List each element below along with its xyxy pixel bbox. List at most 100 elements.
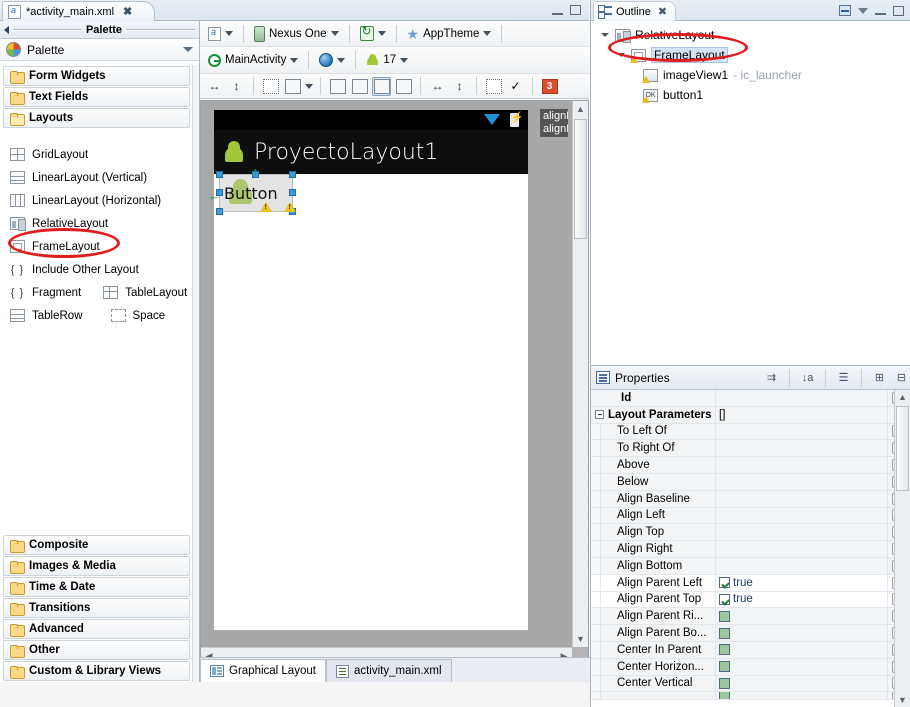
close-icon[interactable]: ✖: [658, 5, 667, 18]
property-row-align-parent-left[interactable]: Align Parent Left true ⋯: [591, 575, 910, 592]
device-preview[interactable]: ProyectoLayout1 Button ← ↑: [214, 110, 528, 630]
tree-item-framelayout[interactable]: FrameLayout: [591, 45, 910, 65]
palette-scrollbar[interactable]: [192, 65, 199, 682]
property-row-center-vertical[interactable]: Center Vertical ⋯: [591, 676, 910, 693]
collapse-all-icon[interactable]: [839, 5, 851, 16]
chevron-down-icon[interactable]: [225, 31, 233, 36]
property-row-align-bottom[interactable]: Align Bottom ⋯: [591, 558, 910, 575]
twisty-expanded-icon[interactable]: [601, 33, 609, 37]
palette-group-images-media[interactable]: Images & Media: [3, 556, 190, 576]
property-row-to-right-of[interactable]: To Right Of ⋯: [591, 440, 910, 457]
property-row-align-parent-right[interactable]: Align Parent Ri... ⋯: [591, 608, 910, 625]
property-row-align-parent-bottom[interactable]: Align Parent Bo... ⋯: [591, 625, 910, 642]
property-row-center-in-parent[interactable]: Center In Parent ⋯: [591, 642, 910, 659]
chevron-down-icon[interactable]: [290, 58, 298, 63]
checkbox-unset-icon[interactable]: [719, 678, 730, 689]
canvas-vscroll-thumb[interactable]: [574, 119, 587, 239]
chevron-down-icon[interactable]: [400, 58, 408, 63]
maximize-icon[interactable]: [570, 5, 581, 15]
property-value[interactable]: [716, 440, 888, 456]
api-level-chooser[interactable]: 17: [363, 53, 411, 68]
palette-item-tablerow[interactable]: TableRow: [10, 309, 83, 322]
editor-tab-activity-main-xml[interactable]: *activity_main.xml ✖: [2, 1, 155, 21]
chevron-down-icon[interactable]: [337, 58, 345, 63]
property-value[interactable]: [716, 390, 888, 406]
scroll-down-icon[interactable]: ▼: [895, 693, 910, 707]
checkbox-checked-icon[interactable]: [719, 594, 730, 605]
align-left-edges-button[interactable]: [328, 77, 347, 96]
minimize-icon[interactable]: [875, 6, 886, 15]
palette-group-transitions[interactable]: Transitions: [3, 598, 190, 618]
property-value[interactable]: [716, 692, 888, 699]
margins-button[interactable]: [261, 77, 280, 96]
scroll-up-icon[interactable]: ▲: [573, 101, 588, 117]
checkbox-unset-icon[interactable]: [719, 644, 730, 655]
property-value[interactable]: true: [716, 592, 888, 608]
property-value[interactable]: [716, 608, 888, 624]
palette-item-relativelayout[interactable]: RelativeLayout: [0, 212, 193, 235]
tree-item-button1[interactable]: OK button1: [591, 85, 910, 105]
property-row-align-parent-top[interactable]: Align Parent Top true ⋯: [591, 592, 910, 609]
resize-handle-e[interactable]: [289, 189, 296, 196]
match-width-button[interactable]: ↔: [428, 77, 447, 96]
palette-group-custom-library-views[interactable]: Custom & Library Views: [3, 661, 190, 681]
tab-graphical-layout[interactable]: Graphical Layout: [200, 659, 326, 682]
orientation-chooser[interactable]: [357, 25, 389, 42]
scroll-down-icon[interactable]: ▼: [573, 631, 588, 647]
chevron-down-icon[interactable]: [483, 31, 491, 36]
sort-alphabetically-icon[interactable]: ↓a: [799, 369, 816, 386]
property-value[interactable]: [716, 676, 888, 692]
align-baseline-button[interactable]: [372, 77, 391, 96]
property-row-center-horizontal[interactable]: Center Horizon... ⋯: [591, 659, 910, 676]
property-value[interactable]: [716, 659, 888, 675]
locale-chooser[interactable]: [316, 52, 348, 68]
palette-group-time-date[interactable]: Time & Date: [3, 577, 190, 597]
property-row-partial[interactable]: ⋯: [591, 692, 910, 700]
property-value[interactable]: [716, 474, 888, 490]
palette-item-tablelayout[interactable]: TableLayout: [103, 286, 187, 299]
close-icon[interactable]: ✖: [123, 5, 132, 18]
palette-item-space[interactable]: Space: [111, 309, 166, 322]
property-row-align-top[interactable]: Align Top ⋯: [591, 524, 910, 541]
chevron-down-icon[interactable]: [305, 84, 313, 89]
property-row-id[interactable]: Id ⋯: [591, 390, 910, 407]
tree-item-relativelayout[interactable]: RelativeLayout: [591, 25, 910, 45]
device-chooser[interactable]: Nexus One: [251, 25, 342, 43]
property-value[interactable]: [716, 524, 888, 540]
collapse-group-icon[interactable]: [595, 410, 604, 419]
palette-group-composite[interactable]: Composite: [3, 535, 190, 555]
clear-constraints-button[interactable]: [484, 77, 503, 96]
property-value[interactable]: [716, 558, 888, 574]
property-row-align-left[interactable]: Align Left ⋯: [591, 508, 910, 525]
collapse-left-icon[interactable]: [4, 26, 9, 34]
palette-group-other[interactable]: Other: [3, 640, 190, 660]
distribute-button[interactable]: [394, 77, 413, 96]
chevron-down-icon[interactable]: [331, 31, 339, 36]
resize-handle-sw[interactable]: [216, 208, 223, 215]
property-value[interactable]: true: [716, 575, 888, 591]
tab-activity-main-xml[interactable]: activity_main.xml: [326, 659, 452, 682]
palette-group-form-widgets[interactable]: Form Widgets: [3, 66, 190, 86]
property-value[interactable]: [716, 642, 888, 658]
twisty-expanded-icon[interactable]: [617, 53, 625, 57]
checkbox-unset-icon[interactable]: [719, 661, 730, 672]
theme-chooser[interactable]: ★ AppTheme: [404, 27, 495, 41]
collapse-all-icon[interactable]: ⊟: [893, 369, 910, 386]
canvas-vertical-scrollbar[interactable]: ▲ ▼: [572, 101, 588, 647]
palette-group-layouts[interactable]: Layouts: [3, 108, 190, 128]
palette-group-text-fields[interactable]: Text Fields: [3, 87, 190, 107]
show-advanced-icon[interactable]: ⇉: [763, 369, 780, 386]
palette-item-gridlayout[interactable]: GridLayout: [0, 143, 193, 166]
palette-item-linearlayout-vertical[interactable]: LinearLayout (Vertical): [0, 166, 193, 189]
palette-item-fragment[interactable]: { } Fragment: [10, 286, 81, 299]
show-categories-icon[interactable]: ☰: [835, 369, 852, 386]
toggle-width-fill-button[interactable]: ↔: [205, 77, 224, 96]
property-row-align-baseline[interactable]: Align Baseline ⋯: [591, 491, 910, 508]
checkbox-unset-icon[interactable]: [719, 628, 730, 639]
align-top-edges-button[interactable]: [350, 77, 369, 96]
toggle-height-fill-button[interactable]: ↕: [227, 77, 246, 96]
properties-vertical-scrollbar[interactable]: ▲ ▼: [894, 390, 910, 707]
checkbox-checked-icon[interactable]: [719, 577, 730, 588]
layout-canvas[interactable]: ProyectoLayout1 Button ← ↑: [201, 101, 572, 647]
tree-item-imageview1[interactable]: imageView1 - ic_launcher: [591, 65, 910, 85]
